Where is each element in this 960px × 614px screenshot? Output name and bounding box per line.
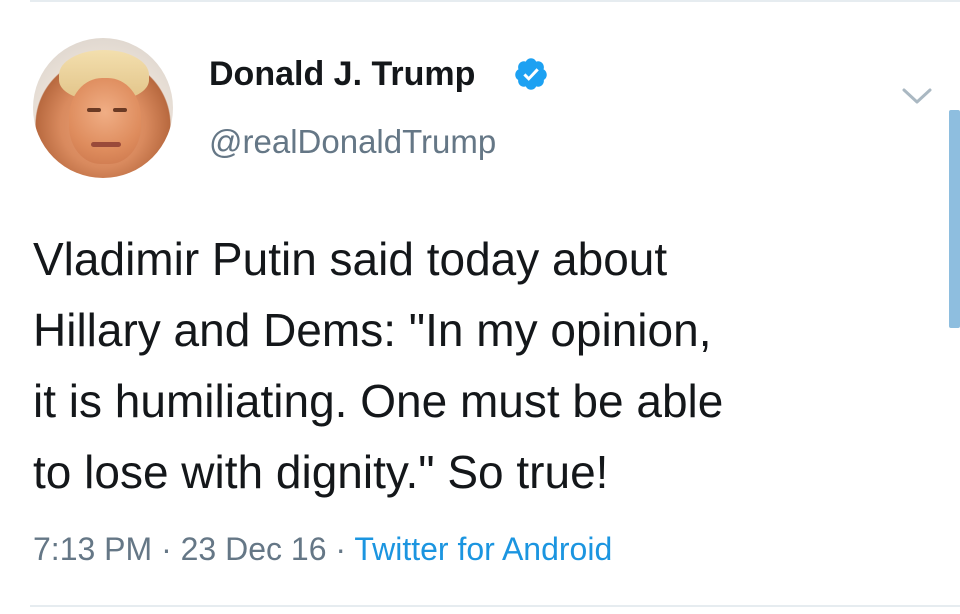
display-name[interactable]: Donald J. Trump	[209, 52, 475, 96]
avatar-eye-right	[113, 108, 127, 112]
tweet-time[interactable]: 7:13 PM	[33, 531, 152, 567]
top-divider	[30, 0, 960, 2]
verified-badge-icon	[515, 58, 547, 90]
profile-avatar[interactable]	[33, 38, 173, 178]
meta-separator: ·	[335, 531, 347, 567]
avatar-face	[69, 78, 141, 164]
meta-separator: ·	[161, 531, 172, 567]
avatar-mouth	[91, 142, 121, 147]
tweet-source-link[interactable]: Twitter for Android	[354, 531, 612, 567]
chevron-down-icon[interactable]	[900, 84, 934, 108]
tweet-card: Donald J. Trump @realDonaldTrump Vladimi…	[0, 0, 960, 614]
avatar-eye-left	[87, 108, 101, 112]
user-handle[interactable]: @realDonaldTrump	[209, 120, 496, 164]
bottom-divider	[30, 605, 960, 607]
tweet-text: Vladimir Putin said today about Hillary …	[33, 233, 724, 498]
tweet-date[interactable]: 23 Dec 16	[181, 531, 327, 567]
tweet-meta: 7:13 PM · 23 Dec 16 · Twitter for Androi…	[33, 527, 612, 571]
scrollbar-thumb[interactable]	[949, 110, 960, 328]
